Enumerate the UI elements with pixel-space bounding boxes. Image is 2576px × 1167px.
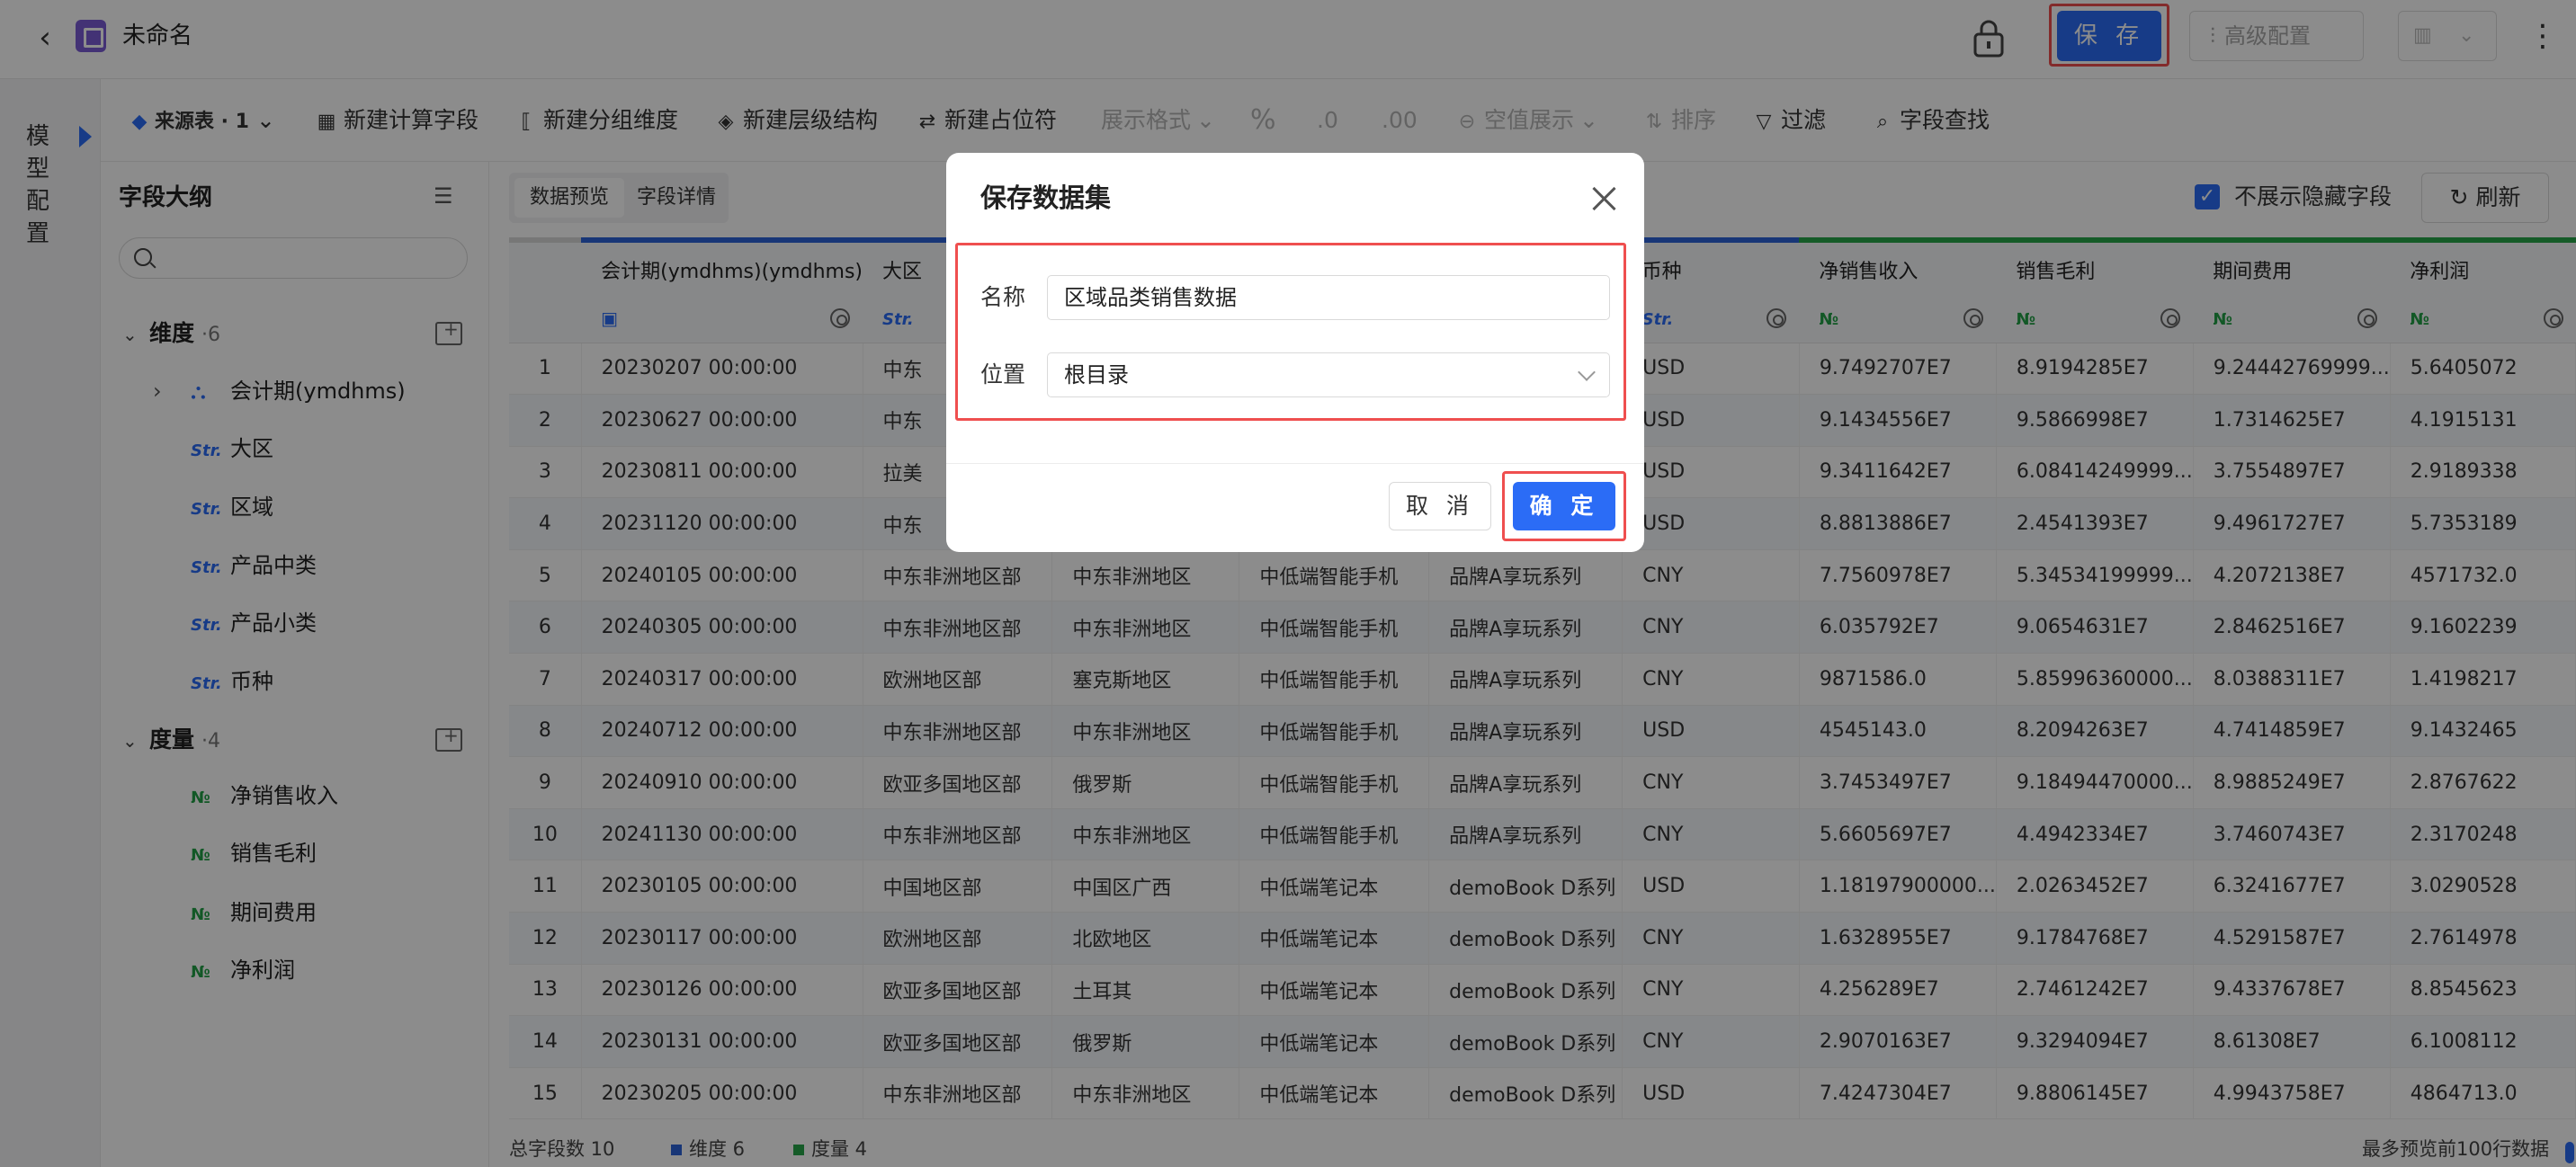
chevron-down-icon xyxy=(1578,363,1596,381)
dialog-divider xyxy=(946,463,1644,464)
location-select[interactable]: 根目录 xyxy=(1047,352,1610,397)
highlight-outline xyxy=(1502,471,1626,541)
dialog-title: 保存数据集 xyxy=(980,183,1112,213)
cancel-button[interactable]: 取 消 xyxy=(1389,482,1491,530)
name-field-label: 名称 xyxy=(980,284,1026,310)
location-select-value: 根目录 xyxy=(1064,362,1129,388)
close-icon[interactable] xyxy=(1588,183,1619,214)
dataset-name-input[interactable]: 区域品类销售数据 xyxy=(1047,275,1610,320)
location-field-label: 位置 xyxy=(980,361,1026,388)
